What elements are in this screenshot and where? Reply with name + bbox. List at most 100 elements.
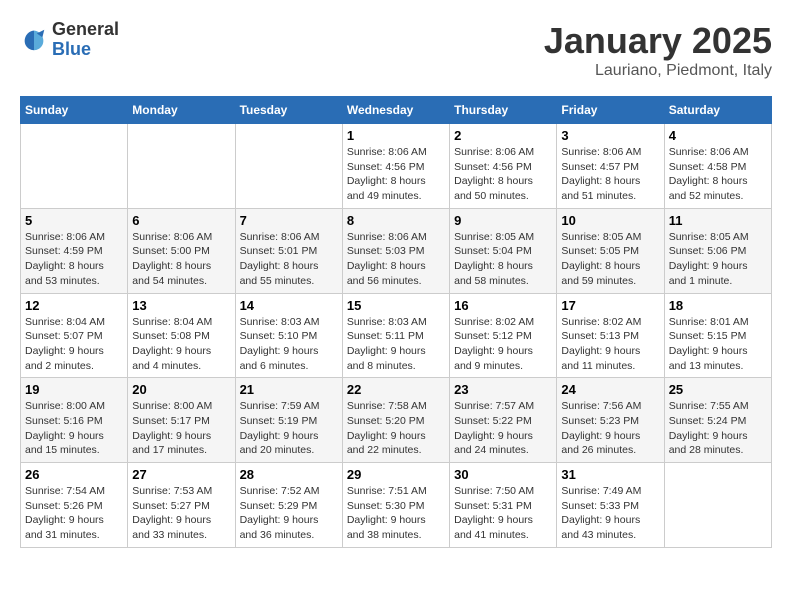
weekday-header-saturday: Saturday xyxy=(664,97,771,124)
day-number: 24 xyxy=(561,382,659,397)
day-info: Sunrise: 8:00 AM Sunset: 5:17 PM Dayligh… xyxy=(132,399,230,458)
calendar-cell: 31 Sunrise: 7:49 AM Sunset: 5:33 PM Dayli… xyxy=(557,463,664,548)
day-number: 4 xyxy=(669,128,767,143)
day-number: 10 xyxy=(561,213,659,228)
day-number: 31 xyxy=(561,467,659,482)
calendar-cell: 6Sunrise: 8:06 AM Sunset: 5:00 PM Daylig… xyxy=(128,208,235,293)
day-number: 14 xyxy=(240,298,338,313)
day-info: Sunrise: 8:06 AM Sunset: 4:58 PM Dayligh… xyxy=(669,145,767,204)
day-info: Sunrise: 8:06 AM Sunset: 5:00 PM Dayligh… xyxy=(132,230,230,289)
day-number: 21 xyxy=(240,382,338,397)
day-number: 2 xyxy=(454,128,552,143)
logo-icon xyxy=(20,26,48,54)
calendar-cell: 18Sunrise: 8:01 AM Sunset: 5:15 PM Dayli… xyxy=(664,293,771,378)
weekday-header-sunday: Sunday xyxy=(21,97,128,124)
week-row-0: 1 Sunrise: 8:06 AM Sunset: 4:56 PM Daylig… xyxy=(21,124,772,209)
page-header: General Blue January 2025 Lauriano, Pied… xyxy=(20,20,772,80)
calendar-cell: 8 Sunrise: 8:06 AM Sunset: 5:03 PM Daylig… xyxy=(342,208,449,293)
calendar-cell: 12 Sunrise: 8:04 AM Sunset: 5:07 PM Dayli… xyxy=(21,293,128,378)
calendar-cell: 29 Sunrise: 7:51 AM Sunset: 5:30 PM Dayli… xyxy=(342,463,449,548)
day-info: Sunrise: 7:53 AM Sunset: 5:27 PM Dayligh… xyxy=(132,484,230,543)
weekday-header-wednesday: Wednesday xyxy=(342,97,449,124)
day-info: Sunrise: 7:51 AM Sunset: 5:30 PM Dayligh… xyxy=(347,484,445,543)
calendar-cell: 27 Sunrise: 7:53 AM Sunset: 5:27 PM Dayli… xyxy=(128,463,235,548)
weekday-header-monday: Monday xyxy=(128,97,235,124)
day-info: Sunrise: 7:49 AM Sunset: 5:33 PM Dayligh… xyxy=(561,484,659,543)
day-info: Sunrise: 8:06 AM Sunset: 4:56 PM Dayligh… xyxy=(347,145,445,204)
day-number: 30 xyxy=(454,467,552,482)
day-info: Sunrise: 8:05 AM Sunset: 5:06 PM Dayligh… xyxy=(669,230,767,289)
day-info: Sunrise: 7:50 AM Sunset: 5:31 PM Dayligh… xyxy=(454,484,552,543)
calendar-cell: 21 Sunrise: 7:59 AM Sunset: 5:19 PM Dayli… xyxy=(235,378,342,463)
calendar-cell: 3Sunrise: 8:06 AM Sunset: 4:57 PM Daylig… xyxy=(557,124,664,209)
day-number: 16 xyxy=(454,298,552,313)
calendar-cell: 28Sunrise: 7:52 AM Sunset: 5:29 PM Dayli… xyxy=(235,463,342,548)
day-info: Sunrise: 7:59 AM Sunset: 5:19 PM Dayligh… xyxy=(240,399,338,458)
calendar-cell: 16Sunrise: 8:02 AM Sunset: 5:12 PM Dayli… xyxy=(450,293,557,378)
calendar-cell: 14 Sunrise: 8:03 AM Sunset: 5:10 PM Dayli… xyxy=(235,293,342,378)
day-number: 13 xyxy=(132,298,230,313)
day-number: 20 xyxy=(132,382,230,397)
calendar-cell xyxy=(128,124,235,209)
day-number: 5 xyxy=(25,213,123,228)
week-row-1: 5 Sunrise: 8:06 AM Sunset: 4:59 PM Daylig… xyxy=(21,208,772,293)
day-number: 29 xyxy=(347,467,445,482)
calendar-cell: 4 Sunrise: 8:06 AM Sunset: 4:58 PM Daylig… xyxy=(664,124,771,209)
week-row-3: 19 Sunrise: 8:00 AM Sunset: 5:16 PM Dayli… xyxy=(21,378,772,463)
calendar: SundayMondayTuesdayWednesdayThursdayFrid… xyxy=(20,96,772,548)
calendar-cell: 2Sunrise: 8:06 AM Sunset: 4:56 PM Daylig… xyxy=(450,124,557,209)
day-info: Sunrise: 7:55 AM Sunset: 5:24 PM Dayligh… xyxy=(669,399,767,458)
weekday-header-thursday: Thursday xyxy=(450,97,557,124)
day-number: 27 xyxy=(132,467,230,482)
day-number: 8 xyxy=(347,213,445,228)
day-number: 3 xyxy=(561,128,659,143)
day-number: 9 xyxy=(454,213,552,228)
day-number: 22 xyxy=(347,382,445,397)
day-info: Sunrise: 7:52 AM Sunset: 5:29 PM Dayligh… xyxy=(240,484,338,543)
calendar-cell: 20 Sunrise: 8:00 AM Sunset: 5:17 PM Dayli… xyxy=(128,378,235,463)
day-info: Sunrise: 8:00 AM Sunset: 5:16 PM Dayligh… xyxy=(25,399,123,458)
logo-text: General Blue xyxy=(52,20,119,60)
calendar-cell: 23Sunrise: 7:57 AM Sunset: 5:22 PM Dayli… xyxy=(450,378,557,463)
day-info: Sunrise: 8:06 AM Sunset: 5:01 PM Dayligh… xyxy=(240,230,338,289)
weekday-header-tuesday: Tuesday xyxy=(235,97,342,124)
day-number: 11 xyxy=(669,213,767,228)
day-info: Sunrise: 8:06 AM Sunset: 4:59 PM Dayligh… xyxy=(25,230,123,289)
day-number: 19 xyxy=(25,382,123,397)
day-info: Sunrise: 8:03 AM Sunset: 5:10 PM Dayligh… xyxy=(240,315,338,374)
day-number: 18 xyxy=(669,298,767,313)
day-info: Sunrise: 7:56 AM Sunset: 5:23 PM Dayligh… xyxy=(561,399,659,458)
calendar-cell: 15Sunrise: 8:03 AM Sunset: 5:11 PM Dayli… xyxy=(342,293,449,378)
title-block: January 2025 Lauriano, Piedmont, Italy xyxy=(544,20,772,80)
weekday-header-row: SundayMondayTuesdayWednesdayThursdayFrid… xyxy=(21,97,772,124)
day-number: 17 xyxy=(561,298,659,313)
day-info: Sunrise: 8:05 AM Sunset: 5:05 PM Dayligh… xyxy=(561,230,659,289)
calendar-cell xyxy=(21,124,128,209)
calendar-cell: 30 Sunrise: 7:50 AM Sunset: 5:31 PM Dayli… xyxy=(450,463,557,548)
calendar-cell xyxy=(235,124,342,209)
calendar-cell xyxy=(664,463,771,548)
week-row-4: 26Sunrise: 7:54 AM Sunset: 5:26 PM Dayli… xyxy=(21,463,772,548)
day-info: Sunrise: 7:57 AM Sunset: 5:22 PM Dayligh… xyxy=(454,399,552,458)
day-info: Sunrise: 8:02 AM Sunset: 5:13 PM Dayligh… xyxy=(561,315,659,374)
calendar-cell: 1 Sunrise: 8:06 AM Sunset: 4:56 PM Daylig… xyxy=(342,124,449,209)
day-number: 12 xyxy=(25,298,123,313)
logo-general: General xyxy=(52,20,119,40)
calendar-cell: 11 Sunrise: 8:05 AM Sunset: 5:06 PM Dayli… xyxy=(664,208,771,293)
day-number: 1 xyxy=(347,128,445,143)
day-number: 7 xyxy=(240,213,338,228)
month-title: January 2025 xyxy=(544,20,772,62)
day-info: Sunrise: 8:04 AM Sunset: 5:07 PM Dayligh… xyxy=(25,315,123,374)
day-info: Sunrise: 8:04 AM Sunset: 5:08 PM Dayligh… xyxy=(132,315,230,374)
day-number: 26 xyxy=(25,467,123,482)
weekday-header-friday: Friday xyxy=(557,97,664,124)
logo-blue: Blue xyxy=(52,40,119,60)
day-info: Sunrise: 7:58 AM Sunset: 5:20 PM Dayligh… xyxy=(347,399,445,458)
calendar-cell: 22 Sunrise: 7:58 AM Sunset: 5:20 PM Dayli… xyxy=(342,378,449,463)
calendar-cell: 13 Sunrise: 8:04 AM Sunset: 5:08 PM Dayli… xyxy=(128,293,235,378)
logo: General Blue xyxy=(20,20,119,60)
day-number: 15 xyxy=(347,298,445,313)
calendar-cell: 7 Sunrise: 8:06 AM Sunset: 5:01 PM Daylig… xyxy=(235,208,342,293)
week-row-2: 12 Sunrise: 8:04 AM Sunset: 5:07 PM Dayli… xyxy=(21,293,772,378)
day-info: Sunrise: 8:06 AM Sunset: 5:03 PM Dayligh… xyxy=(347,230,445,289)
